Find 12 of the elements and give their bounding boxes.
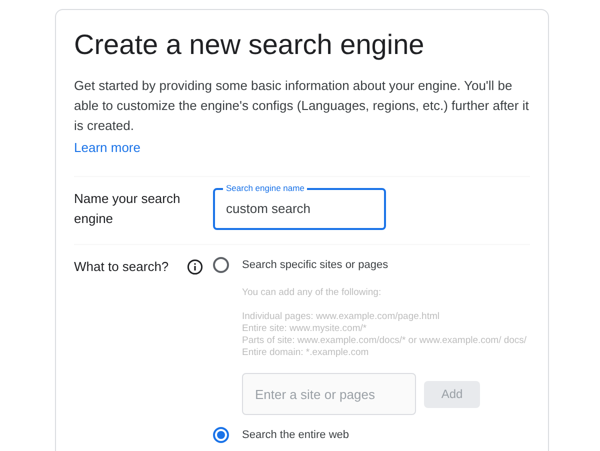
page-title: Create a new search engine xyxy=(74,28,426,62)
field-label: What to search? xyxy=(74,258,169,276)
hint-text: You can add any of the following: xyxy=(242,287,382,300)
intro-text: Get started by providing some basic information about your engine. You'll be able to customize the engine's configs (Languages, regions, etc.) further after it is created. xyxy=(74,76,530,135)
hint-text: Parts of site: www.example.com/docs/* or www.example.com/ docs/ xyxy=(242,335,527,348)
floating-label: Search engine name xyxy=(223,182,308,194)
hint-text: Entire domain: *.example.com xyxy=(242,347,370,360)
field-label: Name your search engine xyxy=(74,190,182,228)
info-icon[interactable] xyxy=(186,258,203,275)
learn-more-link[interactable]: Learn more xyxy=(74,140,140,155)
hint-text: Individual pages: www.example.com/page.html xyxy=(242,311,440,324)
hint-text: Entire site: www.mysite.com/* xyxy=(242,323,368,336)
